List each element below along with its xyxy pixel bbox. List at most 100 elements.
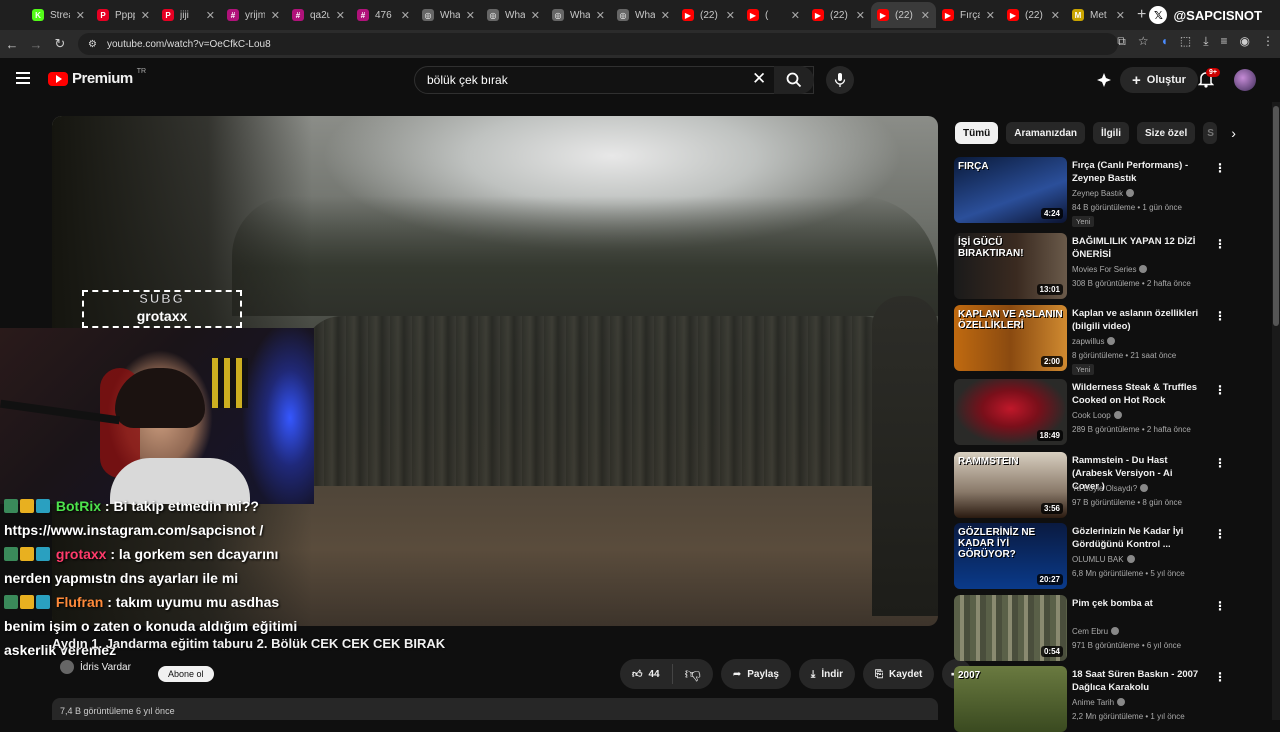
media-icon[interactable]: ≡ — [1221, 34, 1228, 49]
filter-chip[interactable]: Tümü — [955, 122, 999, 144]
profile-icon[interactable]: ◉ — [1240, 34, 1250, 49]
filter-chip[interactable]: Aramanızdan — [1006, 122, 1086, 144]
filter-chip[interactable]: İlgili — [1093, 122, 1130, 144]
filter-chip[interactable]: S — [1203, 122, 1218, 144]
video-thumbnail[interactable]: 2007 — [954, 666, 1067, 732]
tab-close-icon[interactable]: ✕ — [76, 9, 85, 22]
sparkle-ai-icon[interactable] — [1096, 72, 1112, 88]
channel-avatar[interactable] — [60, 660, 74, 674]
youtube-logo[interactable]: Premium TR — [48, 68, 146, 87]
video-thumbnail[interactable]: 18:49 — [954, 379, 1067, 445]
recommended-channel[interactable]: zapwillus — [1072, 337, 1116, 346]
video-thumbnail[interactable]: FIRÇA 4:24 — [954, 157, 1067, 223]
recommended-video[interactable]: RAMMSTEIN 3:56 Rammstein - Du Hast (Arabes… — [954, 452, 1226, 518]
recommended-channel[interactable]: OLUMLU BAK — [1072, 555, 1135, 564]
channel-name[interactable]: İdris Vardar — [80, 662, 131, 673]
video-description-box[interactable]: 7,4 B görüntüleme 6 yıl önce — [52, 698, 938, 720]
browser-tab[interactable]: M Met ✕ — [1066, 2, 1131, 28]
browser-tab[interactable]: ◎ Wha ✕ — [416, 2, 481, 28]
menu-kebab-icon[interactable]: ⋮ — [1262, 34, 1274, 49]
recommended-channel[interactable]: Movies For Series — [1072, 265, 1148, 274]
video-options-kebab-icon[interactable]: ⋮ — [1214, 456, 1226, 470]
browser-tab[interactable]: K Strea ✕ — [26, 2, 91, 28]
browser-tab[interactable]: Pjiji ✕ — [156, 2, 221, 28]
extensions-puzzle-icon[interactable]: ⬚ — [1180, 34, 1191, 49]
dislike-button[interactable]: 👎︎ — [673, 665, 713, 684]
tab-close-icon[interactable]: ✕ — [466, 9, 475, 22]
back-icon[interactable]: ← — [0, 37, 24, 52]
video-thumbnail[interactable]: KAPLAN VE ASLANIN ÖZELLİKLERİ 2:00 — [954, 305, 1067, 371]
tab-close-icon[interactable]: ✕ — [336, 9, 345, 22]
clear-search-icon[interactable]: ✕ — [752, 69, 766, 89]
account-avatar[interactable] — [1234, 69, 1256, 91]
tab-close-icon[interactable]: ✕ — [726, 9, 735, 22]
recommended-video[interactable]: GÖZLERİNİZ NE KADAR İYİ GÖRÜYOR? 20:27 Göz… — [954, 523, 1226, 589]
recommended-channel[interactable]: Cem Ebru — [1072, 627, 1120, 636]
browser-tab[interactable]: ▶ (22) ✕ — [1001, 2, 1066, 28]
browser-tab[interactable]: ▶ (22) ✕ — [871, 2, 936, 28]
recommended-video[interactable]: 2007 18 Saat Süren Baskın - 2007 Dağlıca … — [954, 666, 1226, 732]
recommended-title[interactable]: Gözlerinizin Ne Kadar İyi Gördüğünü Kont… — [1072, 525, 1202, 551]
recommended-video[interactable]: İŞİ GÜCÜ BIRAKTIRAN! 13:01 BAĞIMLILIK YAPA… — [954, 233, 1226, 299]
url-input[interactable]: ⚙ youtube.com/watch?v=OeCfkC-Lou8 — [78, 33, 1118, 55]
video-thumbnail[interactable]: 0:54 — [954, 595, 1067, 661]
browser-tab[interactable]: ◎ Wha ✕ — [611, 2, 676, 28]
install-icon[interactable]: ⧉ — [1117, 34, 1126, 49]
browser-tab[interactable]: #476 ✕ — [351, 2, 416, 28]
browser-tab[interactable]: ▶ (22) ✕ — [806, 2, 871, 28]
subscribe-button[interactable]: Abone ol — [158, 666, 214, 682]
create-button[interactable]: + Oluştur — [1120, 67, 1198, 93]
extension-icon[interactable]: ◖ — [1161, 34, 1168, 49]
tab-close-icon[interactable]: ✕ — [596, 9, 605, 22]
download-icon[interactable]: ⤓ — [1203, 34, 1208, 49]
search-button[interactable] — [774, 66, 814, 94]
reload-icon[interactable]: ↻ — [48, 36, 72, 52]
page-scrollbar[interactable] — [1272, 102, 1280, 720]
tab-close-icon[interactable]: ✕ — [531, 9, 540, 22]
recommended-title[interactable]: Kaplan ve aslanın özellikleri (bilgili v… — [1072, 307, 1202, 333]
channel-info[interactable]: İdris Vardar — [60, 660, 131, 674]
save-button[interactable]: ⎘ Kaydet — [863, 659, 935, 689]
video-options-kebab-icon[interactable]: ⋮ — [1214, 237, 1226, 251]
tab-close-icon[interactable]: ✕ — [141, 9, 150, 22]
recommended-title[interactable]: Wilderness Steak & Truffles Cooked on Ho… — [1072, 381, 1202, 407]
recommended-video[interactable]: 18:49 Wilderness Steak & Truffles Cooked … — [954, 379, 1226, 445]
video-options-kebab-icon[interactable]: ⋮ — [1214, 670, 1226, 684]
tab-close-icon[interactable]: ✕ — [791, 9, 800, 22]
menu-hamburger-icon[interactable] — [16, 72, 30, 87]
tab-close-icon[interactable]: ✕ — [1116, 9, 1125, 22]
chips-next-chevron-icon[interactable]: › — [1231, 125, 1236, 141]
recommended-title[interactable]: 18 Saat Süren Baskın - 2007 Dağlıca Kara… — [1072, 668, 1202, 694]
recommended-channel[interactable]: Cook Loop — [1072, 411, 1122, 420]
scrollbar-thumb[interactable] — [1273, 106, 1279, 326]
recommended-video[interactable]: 0:54 Pim çek bomba at Cem Ebru 971 B görünt… — [954, 595, 1226, 661]
recommended-channel[interactable]: Zeynep Bastık — [1072, 189, 1135, 198]
download-button[interactable]: ⤓ İndir — [798, 659, 856, 689]
tab-close-icon[interactable]: ✕ — [661, 9, 670, 22]
tab-close-icon[interactable]: ✕ — [271, 9, 280, 22]
browser-tab[interactable]: ▶ Fırça ✕ — [936, 2, 1001, 28]
tab-close-icon[interactable]: ✕ — [986, 9, 995, 22]
recommended-channel[interactable]: Anime Tarih — [1072, 698, 1126, 707]
recommended-title[interactable]: Fırça (Canlı Performans) - Zeynep Bastık — [1072, 159, 1202, 185]
video-options-kebab-icon[interactable]: ⋮ — [1214, 599, 1226, 613]
video-thumbnail[interactable]: İŞİ GÜCÜ BIRAKTIRAN! 13:01 — [954, 233, 1067, 299]
browser-tab[interactable]: ◎ Wha ✕ — [546, 2, 611, 28]
tab-close-icon[interactable]: ✕ — [1051, 9, 1060, 22]
video-options-kebab-icon[interactable]: ⋮ — [1214, 309, 1226, 323]
new-tab-icon[interactable]: + — [1137, 6, 1146, 24]
voice-search-button[interactable] — [826, 66, 854, 94]
browser-tab[interactable]: ▶ (✕ — [741, 2, 806, 28]
like-button[interactable]: 👍︎ 44 — [620, 664, 673, 684]
recommended-video[interactable]: FIRÇA 4:24 Fırça (Canlı Performans) - Zeyn… — [954, 157, 1226, 227]
video-thumbnail[interactable]: RAMMSTEIN 3:56 — [954, 452, 1067, 518]
tab-close-icon[interactable]: ✕ — [401, 9, 410, 22]
bookmark-star-icon[interactable]: ☆ — [1138, 34, 1149, 49]
share-button[interactable]: ➦ Paylaş — [720, 659, 791, 689]
video-thumbnail[interactable]: GÖZLERİNİZ NE KADAR İYİ GÖRÜYOR? 20:27 — [954, 523, 1067, 589]
tab-close-icon[interactable]: ✕ — [856, 9, 865, 22]
tab-close-icon[interactable]: ✕ — [921, 9, 930, 22]
browser-tab[interactable]: P Pppp ✕ — [91, 2, 156, 28]
filter-chip[interactable]: Size özel — [1137, 122, 1196, 144]
recommended-title[interactable]: Pim çek bomba at — [1072, 597, 1202, 610]
